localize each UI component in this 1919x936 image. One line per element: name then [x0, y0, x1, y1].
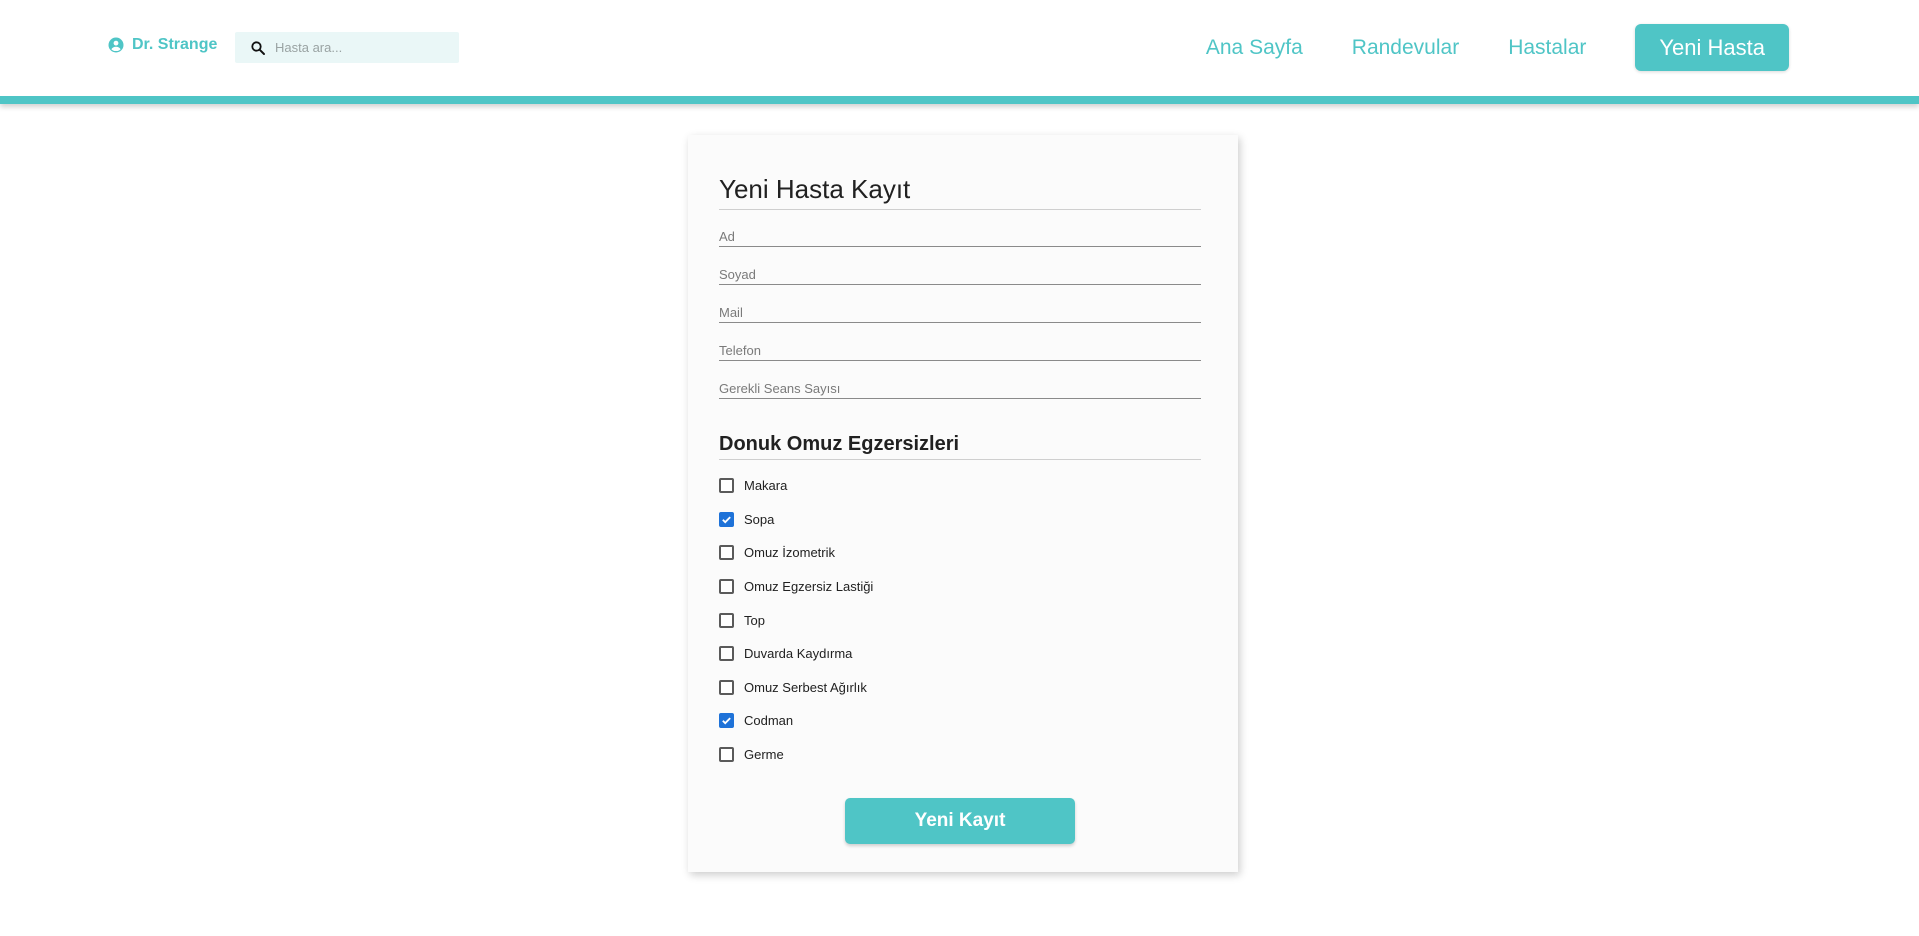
checkbox[interactable] [719, 511, 734, 527]
exercise-item[interactable]: Makara [719, 469, 1201, 503]
exercise-item[interactable]: Omuz İzometrik [719, 536, 1201, 570]
exercise-item[interactable]: Codman [719, 704, 1201, 738]
phone-field [719, 340, 1201, 361]
exercise-label: Omuz İzometrik [744, 545, 836, 561]
phone-input[interactable] [719, 340, 1201, 360]
search-icon [249, 39, 267, 57]
checkbox[interactable] [719, 646, 734, 662]
exercise-checklist: Makara Sopa Omuz İzometrik Omuz Egzersiz… [719, 469, 1201, 771]
nav-link-patients[interactable]: Hastalar [1508, 36, 1586, 60]
user-name[interactable]: Dr. Strange [132, 36, 217, 54]
mail-input[interactable] [719, 302, 1201, 322]
exercise-item[interactable]: Omuz Egzersiz Lastiği [719, 570, 1201, 604]
exercise-label: Sopa [744, 511, 775, 527]
search-input[interactable] [275, 40, 445, 55]
top-navbar: Dr. Strange Ana Sayfa Randevular Hastala… [0, 0, 1919, 104]
exercise-label: Omuz Serbest Ağırlık [744, 679, 867, 695]
exercise-item[interactable]: Top [719, 603, 1201, 637]
submit-row: Yeni Kayıt [719, 798, 1201, 845]
checkbox[interactable] [719, 747, 734, 763]
main-nav: Ana Sayfa Randevular Hastalar Yeni Hasta [1157, 24, 1789, 71]
exercise-item[interactable]: Sopa [719, 503, 1201, 537]
checkbox[interactable] [719, 713, 734, 729]
checkbox[interactable] [719, 679, 734, 695]
exercise-label: Duvarda Kaydırma [744, 646, 853, 662]
form-title: Yeni Hasta Kayıt [719, 173, 1201, 210]
checkbox[interactable] [719, 545, 734, 561]
exercise-label: Germe [744, 747, 784, 763]
exercise-label: Top [744, 612, 765, 628]
new-patient-button[interactable]: Yeni Hasta [1635, 24, 1789, 71]
new-patient-form-card: Yeni Hasta Kayıt Donuk Omuz Egzersizleri… [688, 135, 1238, 872]
new-record-button[interactable]: Yeni Kayıt [845, 798, 1075, 845]
checkbox[interactable] [719, 478, 734, 494]
nav-link-appointments[interactable]: Randevular [1352, 36, 1459, 60]
exercise-item[interactable]: Duvarda Kaydırma [719, 637, 1201, 671]
check-icon [722, 717, 731, 725]
exercise-label: Makara [744, 478, 788, 494]
last-name-input[interactable] [719, 264, 1201, 284]
exercise-item[interactable]: Germe [719, 738, 1201, 772]
sessions-input[interactable] [719, 378, 1201, 398]
exercises-section-title: Donuk Omuz Egzersizleri [719, 431, 1201, 460]
exercise-item[interactable]: Omuz Serbest Ağırlık [719, 671, 1201, 705]
checkbox[interactable] [719, 612, 734, 628]
patient-search [235, 32, 459, 63]
account-circle-icon [107, 36, 125, 54]
checkbox[interactable] [719, 579, 734, 595]
mail-field [719, 302, 1201, 323]
nav-link-home[interactable]: Ana Sayfa [1206, 36, 1303, 60]
exercise-label: Omuz Egzersiz Lastiği [744, 579, 874, 595]
first-name-input[interactable] [719, 226, 1201, 246]
user-profile[interactable]: Dr. Strange [107, 36, 217, 54]
exercise-label: Codman [744, 713, 794, 729]
check-icon [722, 516, 731, 524]
first-name-field [719, 226, 1201, 247]
last-name-field [719, 264, 1201, 285]
sessions-field [719, 378, 1201, 399]
